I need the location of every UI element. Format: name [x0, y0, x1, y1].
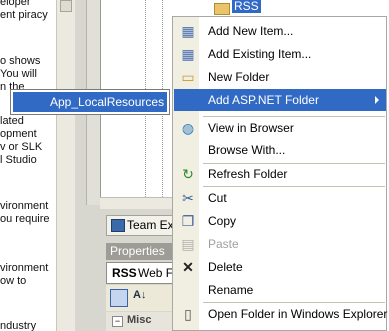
properties-object-name: RSS: [112, 266, 137, 280]
article-line: vironment: [0, 262, 49, 274]
article-line: lated: [0, 115, 24, 127]
menu-item-label: Cut: [208, 191, 227, 205]
collapse-icon[interactable]: −: [112, 316, 123, 327]
menu-item-label: Refresh Folder: [208, 167, 288, 181]
properties-object-selector[interactable]: RSS Web F: [106, 262, 176, 284]
menu-item-label: View in Browser: [208, 121, 294, 135]
article-line: You will: [0, 68, 37, 80]
menu-item-copy[interactable]: ❐ Copy: [174, 210, 386, 232]
properties-title: Properties: [110, 244, 165, 258]
menu-item-add-aspnet-folder[interactable]: Add ASP.NET Folder: [174, 89, 386, 111]
article-scrollbar[interactable]: [56, 0, 76, 331]
new-folder-icon: ▭: [181, 69, 195, 85]
article-line: v or SLK: [0, 141, 43, 153]
tree-node-label: RSS: [232, 0, 261, 13]
properties-toolbar: A↓: [106, 285, 175, 311]
article-line: eloper: [0, 0, 31, 8]
menu-item-label: Delete: [208, 260, 243, 274]
article-line: ow to: [0, 275, 27, 287]
article-text-panel: eloper ent piracy o shows You will n the…: [0, 0, 56, 331]
article-line: o shows: [0, 55, 41, 67]
menu-item-label: Open Folder in Windows Explorer: [208, 307, 388, 321]
team-explorer-icon: [111, 219, 125, 232]
menu-item-add-existing-item[interactable]: ▦ Add Existing Item...: [174, 43, 386, 65]
menu-item-label: Paste: [208, 237, 239, 251]
tab-team-explorer[interactable]: Team Ex: [106, 215, 176, 236]
team-explorer-label: Team Ex: [127, 218, 174, 232]
open-folder-icon: ▯: [184, 306, 192, 322]
scroll-thumb[interactable]: [60, 0, 72, 12]
properties-category-misc[interactable]: − Misc: [106, 312, 175, 331]
refresh-icon: ↻: [182, 166, 194, 182]
add-existing-item-icon: ▦: [181, 46, 195, 62]
asp-net-folder-submenu: App_LocalResources: [10, 89, 170, 115]
menu-item-label: Add ASP.NET Folder: [208, 93, 319, 107]
menu-item-label: New Folder: [208, 70, 270, 84]
alphabetical-icon[interactable]: A↓: [133, 289, 147, 305]
article-line: opment: [0, 128, 37, 140]
menu-item-delete[interactable]: ✕ Delete: [174, 256, 386, 278]
menu-item-paste[interactable]: ▤ Paste: [174, 233, 386, 255]
properties-title-bar: Properties: [106, 243, 175, 260]
copy-icon: ❐: [181, 213, 195, 229]
article-line: ent piracy: [0, 9, 48, 21]
menu-item-label: Browse With...: [208, 143, 286, 157]
horizontal-scrollbar[interactable]: [100, 197, 175, 209]
submenu-item-app-localresources[interactable]: App_LocalResources: [13, 92, 167, 112]
menu-item-rename[interactable]: Rename: [174, 279, 386, 301]
article-line: l Studio: [0, 154, 37, 166]
menu-item-browse-with[interactable]: Browse With...: [174, 139, 386, 161]
menu-item-open-folder-in-explorer[interactable]: ▯ Open Folder in Windows Explorer: [174, 303, 388, 325]
view-in-browser-icon: ◍: [181, 120, 195, 136]
add-new-item-icon: ▦: [181, 23, 195, 39]
misc-label: Misc: [127, 314, 152, 326]
delete-icon: ✕: [182, 259, 194, 275]
menu-item-add-new-item[interactable]: ▦ Add New Item...: [174, 20, 386, 42]
menu-item-label: Add New Item...: [208, 24, 294, 38]
menu-item-new-folder[interactable]: ▭ New Folder: [174, 66, 386, 88]
categorized-icon[interactable]: [110, 289, 128, 307]
folder-icon: [214, 3, 230, 15]
cut-icon: ✂: [182, 190, 194, 206]
menu-item-label: Rename: [208, 283, 254, 297]
menu-item-view-in-browser[interactable]: ◍ View in Browser: [174, 117, 386, 139]
menu-item-refresh-folder[interactable]: ↻ Refresh Folder: [174, 163, 386, 185]
article-line: vironment: [0, 200, 49, 212]
submenu-item-label: App_LocalResources: [50, 95, 165, 109]
submenu-arrow-icon: [375, 96, 379, 104]
article-line: ndustry: [0, 320, 37, 331]
menu-item-label: Copy: [208, 214, 237, 228]
paste-icon: ▤: [181, 236, 195, 252]
article-line: ou require: [0, 213, 50, 225]
menu-item-label: Add Existing Item...: [208, 47, 312, 61]
menu-item-cut[interactable]: ✂ Cut: [174, 187, 386, 209]
properties-object-type: Web F: [138, 266, 174, 280]
context-menu: ▦ Add New Item... ▦ Add Existing Item...…: [172, 16, 387, 331]
